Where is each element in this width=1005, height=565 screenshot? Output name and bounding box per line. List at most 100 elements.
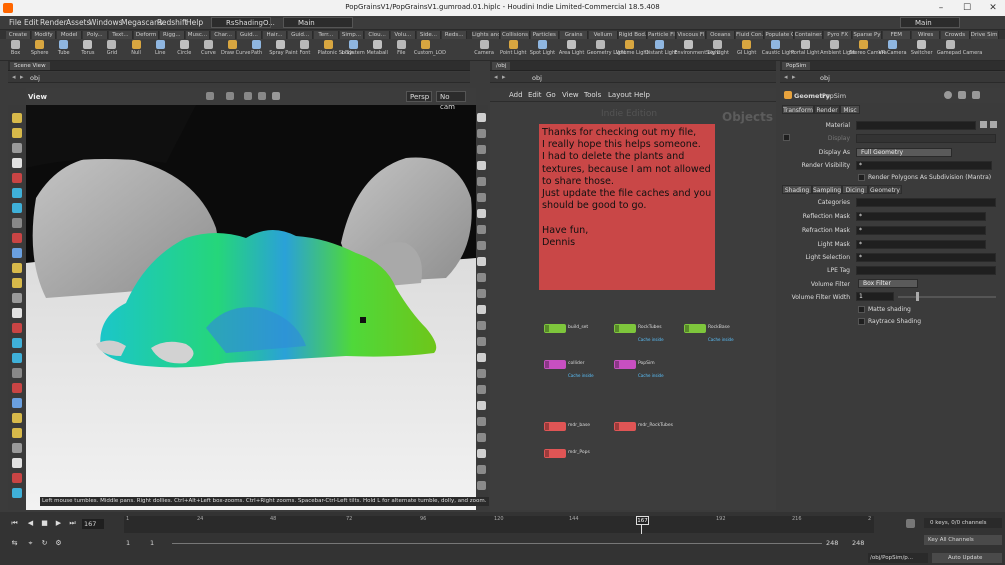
scene-path[interactable]: obj [30,74,40,82]
shelf-tool-right-1[interactable]: Point Light [499,40,527,60]
tab-render[interactable]: Render [814,105,840,114]
render-icon[interactable] [272,92,280,100]
shelf-tab-14[interactable]: Clou... [365,31,390,39]
node-mdr-base[interactable] [544,422,566,431]
display-option-icon[interactable] [477,193,486,202]
shelf-tool-right-3[interactable]: Area Light [558,40,586,60]
playhead[interactable]: 167 [636,516,649,525]
tab-params[interactable]: PopSim [782,62,811,70]
shelf-tab-right-11[interactable]: Container... [794,31,823,39]
net-menu-edit[interactable]: Edit [528,91,542,99]
viewport-tool-icon[interactable] [12,383,22,393]
viewport-tool-icon[interactable] [12,158,22,168]
node-mdr-pops[interactable] [544,449,566,458]
shelf-tab-5[interactable]: Deform [134,31,159,39]
shelf-tab-7[interactable]: Musc... [185,31,211,39]
display-option-icon[interactable] [477,161,486,170]
forward-icon[interactable]: ▸ [502,74,509,81]
display-option-icon[interactable] [477,209,486,218]
shelf-tab-right-1[interactable]: Collisions [501,31,530,39]
forward-icon[interactable]: ▸ [20,74,27,81]
node-chooser-icon[interactable] [980,121,987,128]
gear-icon[interactable] [944,91,952,99]
viewport-tool-icon[interactable] [12,398,22,408]
range-slider[interactable] [172,543,822,544]
display-option-icon[interactable] [477,305,486,314]
shelf-tab-10[interactable]: Hair... [262,31,288,39]
material-field[interactable] [856,121,976,130]
menu-edit[interactable]: Edit [24,18,39,27]
current-frame-field[interactable]: 167 [82,519,104,529]
node-rocktubes[interactable] [614,324,636,333]
subtab-shading[interactable]: Shading [782,185,812,194]
network-path[interactable]: obj [532,74,542,82]
playback-start[interactable]: 1 [150,539,154,547]
viewport-tool-icon[interactable] [12,218,22,228]
shelf-tool-right-16[interactable]: Gamepad Camera [937,40,982,60]
shelf-tab-right-13[interactable]: Sparse Pyr... [853,31,882,39]
shelf-tool-7[interactable]: Circle [173,40,196,60]
scene-viewport[interactable] [26,88,476,510]
light-selection-field[interactable]: * [856,253,996,262]
shelf-tool-0[interactable]: Box [4,40,27,60]
shelf-tab-right-6[interactable]: Particle Fl... [648,31,677,39]
shelf-tab-6[interactable]: Rigg... [160,31,185,39]
auto-update-button[interactable]: Auto Update [932,553,1002,563]
shelf-tool-10[interactable]: Path [245,40,268,60]
volume-filter-width-slider[interactable] [898,296,996,298]
jump-start-icon[interactable]: ⏮ [10,519,19,528]
shelf-tool-right-4[interactable]: Geometry Light [587,40,626,60]
shelf-tab-4[interactable]: Text... [108,31,134,39]
shelf-tool-12[interactable]: Font [293,40,316,60]
shelf-tab-11[interactable]: Guid... [288,31,313,39]
shelf-tool-right-0[interactable]: Camera [470,40,498,60]
node-name-label[interactable]: PopSim [822,92,846,100]
display-option-icon[interactable] [477,385,486,394]
lpe-tag-field[interactable] [856,266,996,275]
viewport-tool-icon[interactable] [12,488,22,498]
display-option-icon[interactable] [477,289,486,298]
jump-icon[interactable] [990,121,997,128]
node-build-set[interactable] [544,324,566,333]
play-back-icon[interactable]: ◀ [26,519,35,528]
camera-dropdown[interactable]: No cam [436,91,466,111]
display-option-icon[interactable] [477,177,486,186]
menu-help[interactable]: Help [186,18,203,27]
shelf-tab-right-0[interactable]: Lights and... [472,31,501,39]
shelf-tool-2[interactable]: Tube [52,40,75,60]
persp-dropdown[interactable]: Persp [406,91,432,102]
desktop-dropdown[interactable]: RsShadingO... [211,17,275,28]
info-icon[interactable] [972,91,980,99]
display-option-icon[interactable] [477,353,486,362]
menu-assets[interactable]: Assets [66,18,90,27]
forward-icon[interactable]: ▸ [792,74,799,81]
viewport-tool-icon[interactable] [12,293,22,303]
viewport-tool-icon[interactable] [12,413,22,423]
shelf-tool-15[interactable]: Metaball [366,40,389,60]
key-icon[interactable]: ⌖ [26,539,35,548]
shelf-tool-4[interactable]: Grid [100,40,123,60]
display-option-icon[interactable] [477,145,486,154]
back-icon[interactable]: ◂ [494,74,501,81]
layout-dropdown[interactable]: Main [283,17,353,28]
shelf-tab-0[interactable]: Create [6,31,31,39]
stop-icon[interactable]: ■ [40,519,49,528]
display-option-icon[interactable] [477,273,486,282]
start-frame[interactable]: 1 [126,539,130,547]
minimize-icon[interactable]: – [934,2,948,14]
raytrace-checkbox[interactable] [858,318,865,325]
subtab-sampling[interactable]: Sampling [812,185,842,194]
menu-redshift[interactable]: Redshift [157,18,187,27]
shelf-tab-3[interactable]: Poly... [83,31,108,39]
shelf-tab-right-15[interactable]: Wires [912,31,941,39]
net-menu-tools[interactable]: Tools [584,91,601,99]
display-as-dropdown[interactable]: Full Geometry [856,148,952,157]
shelf-tool-right-15[interactable]: Switcher [908,40,936,60]
shelf-tab-15[interactable]: Volu... [391,31,416,39]
shelf-tool-11[interactable]: Spray Paint [269,40,298,60]
shelf-tool-9[interactable]: Draw Curve [221,40,250,60]
shelf-tab-right-2[interactable]: Particles [530,31,559,39]
tab-network[interactable]: /obj [492,62,511,70]
shelf-tab-12[interactable]: Terr... [314,31,339,39]
tab-scene-view[interactable]: Scene View [10,62,50,70]
